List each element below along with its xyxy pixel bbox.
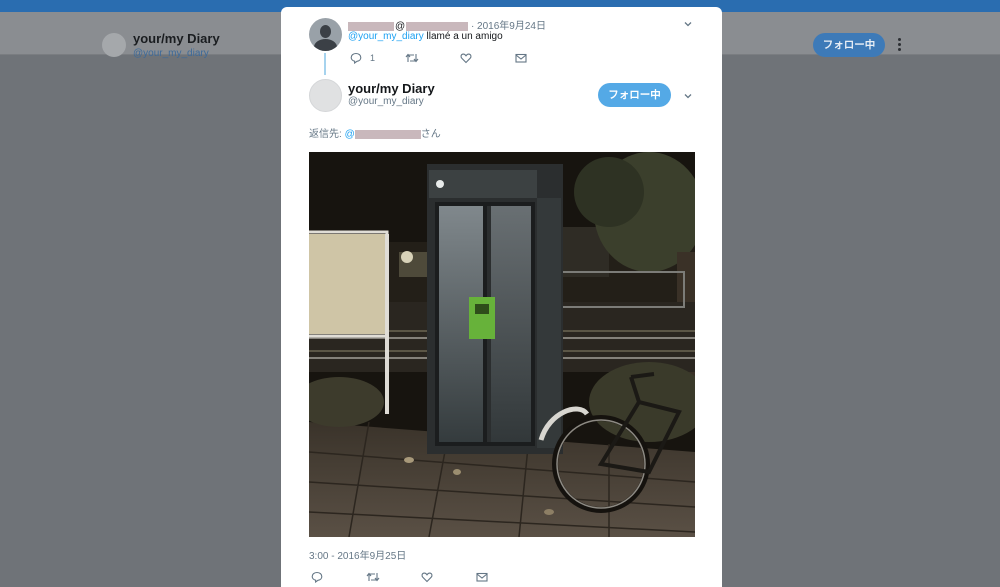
redacted-reply-handle[interactable] — [354, 129, 421, 139]
reply-icon — [311, 571, 323, 583]
chevron-down-icon[interactable] — [683, 91, 693, 101]
follow-button[interactable]: フォロー中 — [598, 83, 671, 107]
phone-booth-image — [309, 152, 695, 537]
header-follow-button[interactable]: フォロー中 — [813, 33, 885, 57]
original-mention-link[interactable]: @your_my_diary — [348, 31, 424, 42]
original-tweet-text: @your_my_diary llamé a un amigo — [348, 31, 503, 42]
like-icon — [460, 53, 472, 64]
original-tweet-body: llamé a un amigo — [423, 31, 503, 42]
more-icon[interactable] — [897, 38, 903, 52]
dm-icon — [515, 53, 527, 63]
original-author-avatar[interactable] — [309, 18, 342, 51]
author-name[interactable]: your/my Diary — [348, 81, 435, 96]
retweet-button[interactable] — [366, 570, 380, 584]
tweet-timestamp[interactable]: 3:00 - 2016年9月25日 — [309, 547, 406, 562]
reply-to-suffix: さん — [420, 129, 441, 140]
retweet-icon — [405, 53, 419, 63]
author-handle[interactable]: @your_my_diary — [348, 96, 424, 107]
like-icon — [421, 572, 433, 583]
profile-name[interactable]: your/my Diary — [133, 31, 220, 46]
profile-avatar[interactable] — [102, 33, 126, 57]
tweet-actions — [311, 570, 511, 584]
tweet-photo[interactable] — [309, 152, 695, 537]
reply-count: 1 — [370, 53, 376, 63]
reply-button[interactable] — [311, 570, 323, 584]
like-button[interactable] — [460, 51, 472, 65]
dm-button[interactable] — [476, 570, 488, 584]
reply-icon — [350, 52, 362, 64]
like-button[interactable] — [421, 570, 433, 584]
original-tweet-header: @ · 2016年9月24日 — [348, 17, 546, 32]
dm-button[interactable] — [515, 51, 527, 65]
thread-connector — [324, 53, 326, 75]
chevron-down-icon[interactable] — [683, 19, 693, 29]
redacted-handle — [406, 21, 469, 31]
reply-button[interactable]: 1 — [350, 51, 375, 65]
dm-icon — [476, 572, 488, 582]
tweet-modal: @ · 2016年9月24日 @your_my_diary llamé a un… — [281, 7, 722, 587]
profile-handle[interactable]: @your_my_diary — [133, 48, 209, 59]
author-avatar[interactable] — [309, 79, 342, 112]
reply-to-prefix: 返信先: — [309, 129, 345, 140]
reply-to-line: 返信先: @ さん — [309, 125, 441, 140]
original-tweet-actions: 1 — [350, 51, 550, 65]
redacted-name — [348, 21, 394, 31]
retweet-icon — [366, 572, 380, 582]
reply-to-at[interactable]: @ — [345, 129, 355, 140]
retweet-button[interactable] — [405, 51, 419, 65]
